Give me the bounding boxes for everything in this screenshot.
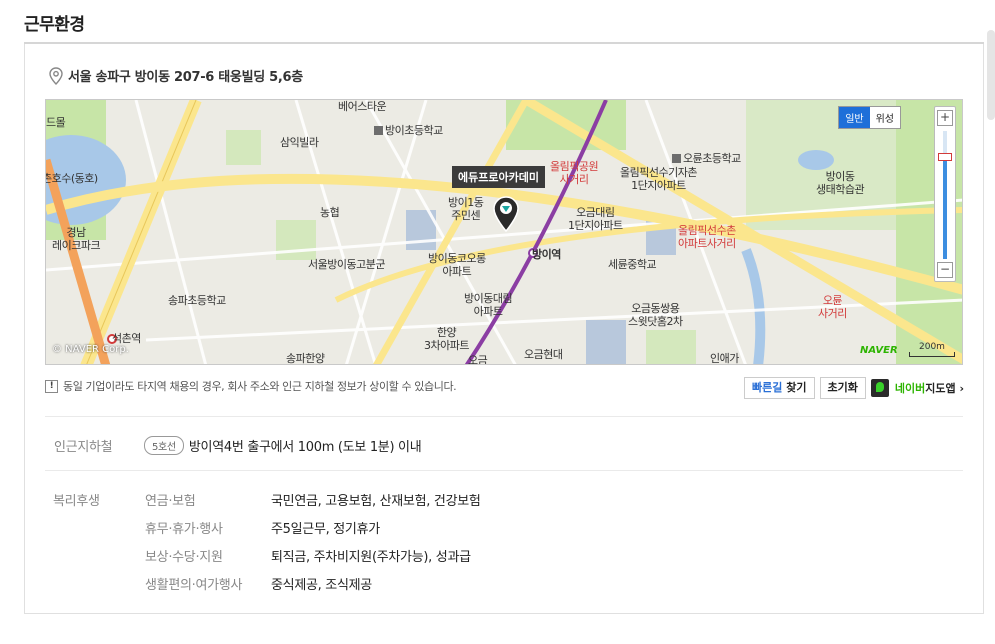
map-label: 방이초등학교 — [374, 124, 443, 137]
welfare-value: 중식제공, 조식제공 — [271, 578, 372, 593]
naver-map-app-icon — [870, 379, 889, 397]
subway-text: 방이역4번 출구에서 100m (도보 1분) 이내 — [188, 440, 422, 455]
map-label: 송파한양 — [286, 352, 325, 365]
map-label: 방이동 생태학습관 — [816, 170, 865, 196]
map-label: 오금동쌍용 스윗닷홈2차 — [628, 302, 683, 328]
map-label: 촌호수(동호) — [45, 172, 98, 185]
find-route-button[interactable]: 빠른길 찾기 — [744, 377, 815, 399]
address-row: 서울 송파구 방이동 207-6 태웅빌딩 5,6층 — [48, 66, 303, 85]
reset-map-button[interactable]: 초기화 — [819, 377, 866, 399]
map-type-normal-button[interactable]: 일반 — [839, 107, 870, 128]
zoom-out-button[interactable]: − — [937, 262, 953, 278]
map-label: 올림픽공원 사거리 — [550, 160, 599, 186]
building-icon — [672, 154, 681, 163]
company-marker-icon[interactable] — [493, 196, 519, 232]
row-divider — [45, 470, 963, 471]
map-label: 오륜초등학교 — [672, 152, 741, 165]
map-label: 올림픽선수기자촌 1단지아파트 — [620, 166, 697, 192]
map-copyright: © NAVER Corp. — [52, 344, 129, 355]
map-label: 서울방이동고분군 — [308, 258, 385, 271]
map-actions: 빠른길 찾기 초기화 네이버 지도앱 › — [744, 377, 964, 399]
welfare-value: 퇴직금, 주차비지원(주차가능), 성과급 — [271, 550, 471, 565]
map-label: 방이1동 주민센 — [448, 196, 484, 222]
map-label: 드몰 — [46, 116, 66, 129]
map-label: 한양 3차아파트 — [424, 326, 469, 352]
welfare-value: 주5일근무, 정기휴가 — [271, 522, 380, 537]
notice-text: 동일 기업이라도 타지역 채용의 경우, 회사 주소와 인근 지하철 정보가 상… — [63, 380, 457, 393]
subway-info: 5호선 방이역4번 출구에서 100m (도보 1분) 이내 — [144, 436, 422, 455]
map-label: 송파초등학교 — [168, 294, 226, 307]
map-label: 베어스타운 — [338, 100, 387, 113]
map-label: 방이동대림 아파트 — [464, 292, 513, 318]
welfare-category: 휴무·휴가·행사 — [145, 522, 223, 537]
zoom-control: + − — [934, 106, 956, 282]
welfare-category: 연금·보험 — [145, 494, 196, 509]
subway-line-badge: 5호선 — [144, 436, 184, 455]
zoom-in-button[interactable]: + — [937, 110, 953, 126]
page-scrollbar[interactable] — [987, 30, 995, 120]
map-label: 삼익빌라 — [280, 136, 319, 149]
map-label: 경남 레이크파크 — [52, 226, 101, 252]
company-marker-label[interactable]: 에듀프로아카데미 — [452, 166, 545, 188]
map-type-toggle: 일반 위성 — [838, 106, 901, 129]
map-scale-bar — [909, 352, 955, 357]
map-label: 오륜 사거리 — [818, 294, 847, 320]
exclamation-icon: ! — [45, 379, 58, 393]
building-icon — [374, 126, 383, 135]
location-pin-icon — [49, 66, 63, 85]
map-label: 농협 — [320, 206, 340, 219]
address-text: 서울 송파구 방이동 207-6 태웅빌딩 5,6층 — [68, 70, 303, 85]
map-label: 방이역 — [532, 248, 561, 261]
welfare-category: 생활편의·여가행사 — [145, 578, 243, 593]
map-label: 방이동코오롱 아파트 — [428, 252, 486, 278]
map-type-satellite-button[interactable]: 위성 — [870, 107, 900, 128]
row-divider — [45, 416, 963, 417]
map-label: 올림픽선수촌 아파트사거리 — [678, 224, 736, 250]
map-label: 오금현대 — [524, 348, 563, 361]
welfare-category: 보상·수당·지원 — [145, 550, 223, 565]
map-view[interactable]: 베어스타운 드몰 방이초등학교 삼익빌라 올림픽공원 사거리 올림픽선수기자촌 … — [45, 99, 963, 365]
map-label: 인애가 — [710, 352, 739, 365]
naver-map-logo: NAVER — [860, 345, 898, 356]
naver-map-app-link[interactable]: 네이버 지도앱 › — [870, 379, 964, 397]
location-notice: ! 동일 기업이라도 타지역 채용의 경우, 회사 주소와 인근 지하철 정보가… — [45, 378, 457, 394]
zoom-slider-fill — [943, 157, 947, 259]
map-scale-label: 200m — [919, 342, 945, 352]
map-label: 오금 — [468, 354, 488, 365]
subway-label: 인근지하철 — [54, 440, 113, 455]
map-label: 오금대림 1단지아파트 — [568, 206, 623, 232]
map-label: 세륜중학교 — [608, 258, 657, 271]
zoom-slider-handle[interactable] — [938, 153, 952, 161]
section-title: 근무환경 — [24, 15, 85, 35]
map-base — [46, 100, 962, 364]
welfare-value: 국민연금, 고용보험, 산재보험, 건강보험 — [271, 494, 481, 509]
welfare-label: 복리후생 — [53, 494, 100, 509]
